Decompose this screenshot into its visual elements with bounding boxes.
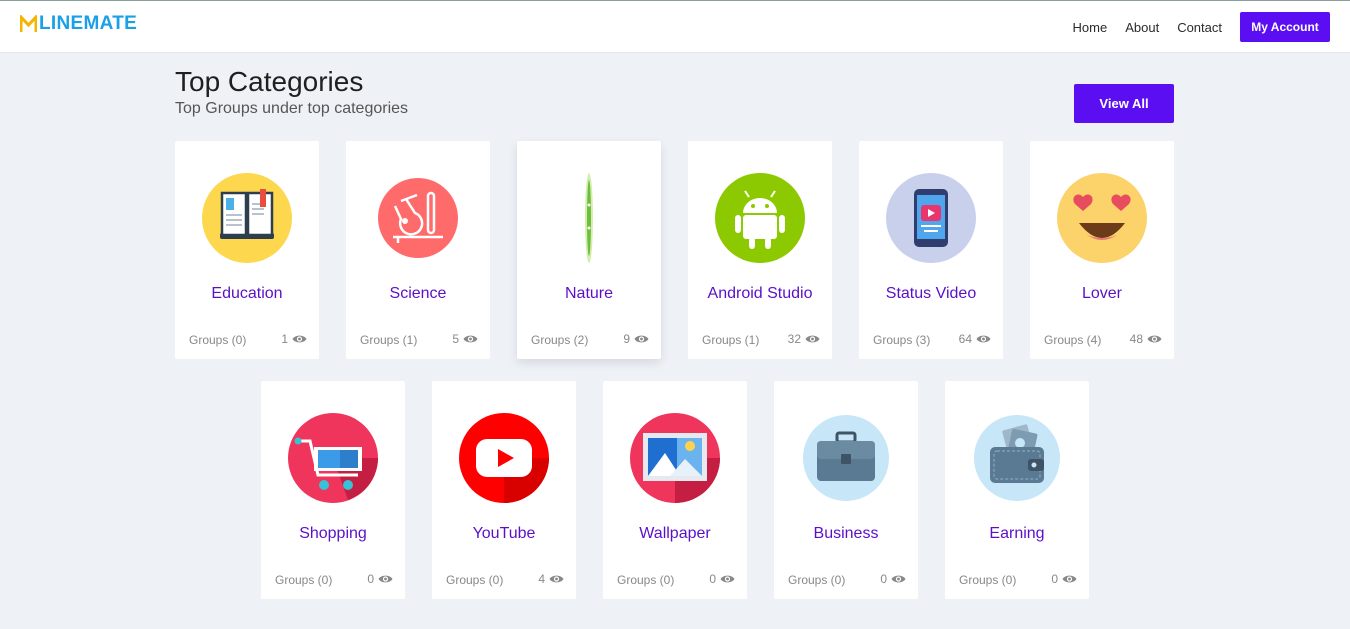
groups-count: Groups (0) <box>446 573 504 587</box>
groups-count: Groups (2) <box>531 333 589 347</box>
views-number: 0 <box>1051 572 1058 586</box>
section-heading: Top Categories Top Groups under top cate… <box>175 66 408 118</box>
page-title: Top Categories <box>175 66 364 97</box>
picture-icon <box>630 413 720 503</box>
category-name: Science <box>389 285 447 302</box>
category-card-youtube[interactable]: YouTube Groups (0) 4 <box>432 381 576 599</box>
views-count: 0 <box>880 572 906 586</box>
groups-count: Groups (0) <box>189 333 247 347</box>
top-navbar: LINEMATE Home About Contact My Account <box>0 0 1350 53</box>
views-number: 4 <box>538 572 545 586</box>
groups-count: Groups (1) <box>360 333 418 347</box>
groups-count: Groups (1) <box>702 333 760 347</box>
eye-icon <box>891 575 906 583</box>
groups-count: Groups (4) <box>1044 333 1102 347</box>
my-account-button[interactable]: My Account <box>1240 12 1330 42</box>
briefcase-icon <box>803 415 889 501</box>
groups-count: Groups (3) <box>873 333 931 347</box>
page-subtitle: Top Groups under top categories <box>175 100 409 117</box>
category-name: Wallpaper <box>639 525 711 542</box>
shopping-cart-icon <box>288 413 378 503</box>
views-count: 4 <box>538 572 564 586</box>
eye-icon <box>805 335 820 343</box>
category-card-shopping[interactable]: Shopping Groups (0) 0 <box>261 381 405 599</box>
flask-icon <box>378 178 458 258</box>
views-number: 0 <box>709 572 716 586</box>
category-card-earning[interactable]: Earning Groups (0) 0 <box>945 381 1089 599</box>
category-card-science[interactable]: Science Groups (1) 5 <box>346 141 490 359</box>
category-name: Shopping <box>299 525 367 542</box>
nav-home[interactable]: Home <box>1073 20 1108 35</box>
category-card-business[interactable]: Business Groups (0) 0 <box>774 381 918 599</box>
views-count: 32 <box>788 332 820 346</box>
category-name: Education <box>211 285 283 302</box>
eye-icon <box>378 575 393 583</box>
views-count: 5 <box>452 332 478 346</box>
category-name: Android Studio <box>707 285 813 302</box>
category-name: Earning <box>989 525 1045 542</box>
views-number: 0 <box>880 572 887 586</box>
category-name: Business <box>813 525 879 542</box>
groups-count: Groups (0) <box>617 573 675 587</box>
views-count: 9 <box>623 332 649 346</box>
android-icon <box>715 173 805 263</box>
category-card-lover[interactable]: Lover Groups (4) 48 <box>1030 141 1174 359</box>
logo-text: LINEMATE <box>39 13 138 34</box>
heart-eyes-emoji-icon <box>1057 173 1147 263</box>
nav-about[interactable]: About <box>1125 20 1159 35</box>
views-number: 1 <box>281 332 288 346</box>
eye-icon <box>976 335 991 343</box>
logo-mark-icon <box>20 15 37 32</box>
phone-video-icon <box>886 173 976 263</box>
views-count: 1 <box>281 332 307 346</box>
eye-icon <box>634 335 649 343</box>
wallet-icon <box>974 415 1060 501</box>
groups-count: Groups (0) <box>788 573 846 587</box>
eye-icon <box>1062 575 1077 583</box>
views-number: 0 <box>367 572 374 586</box>
view-all-button[interactable]: View All <box>1074 84 1174 123</box>
eye-icon <box>549 575 564 583</box>
logo[interactable]: LINEMATE <box>20 13 137 35</box>
category-name: YouTube <box>472 525 536 542</box>
groups-count: Groups (0) <box>959 573 1017 587</box>
eye-icon <box>463 335 478 343</box>
views-number: 32 <box>787 332 801 346</box>
views-number: 48 <box>1129 332 1143 346</box>
views-count: 0 <box>367 572 393 586</box>
category-card-android-studio[interactable]: Android Studio Groups (1) 32 <box>688 141 832 359</box>
groups-count: Groups (0) <box>275 573 333 587</box>
main-nav: Home About Contact My Account <box>1073 12 1330 42</box>
category-name: Lover <box>1081 285 1123 302</box>
book-icon <box>202 173 292 263</box>
eye-icon <box>292 335 307 343</box>
category-card-wallpaper[interactable]: Wallpaper Groups (0) 0 <box>603 381 747 599</box>
category-name: Status Video <box>885 285 977 302</box>
category-name: Nature <box>564 285 614 302</box>
views-count: 0 <box>709 572 735 586</box>
eye-icon <box>720 575 735 583</box>
category-card-nature[interactable]: Nature Groups (2) 9 <box>517 141 661 359</box>
youtube-icon <box>459 413 549 503</box>
views-number: 64 <box>958 332 972 346</box>
category-card-status-video[interactable]: Status Video Groups (3) 64 <box>859 141 1003 359</box>
views-number: 9 <box>623 332 630 346</box>
views-count: 0 <box>1051 572 1077 586</box>
nav-contact[interactable]: Contact <box>1177 20 1222 35</box>
category-card-education[interactable]: Education Groups (0) 1 <box>175 141 319 359</box>
nature-leaf-icon <box>585 173 593 263</box>
views-count: 64 <box>959 332 991 346</box>
views-number: 5 <box>452 332 459 346</box>
eye-icon <box>1147 335 1162 343</box>
views-count: 48 <box>1130 332 1162 346</box>
